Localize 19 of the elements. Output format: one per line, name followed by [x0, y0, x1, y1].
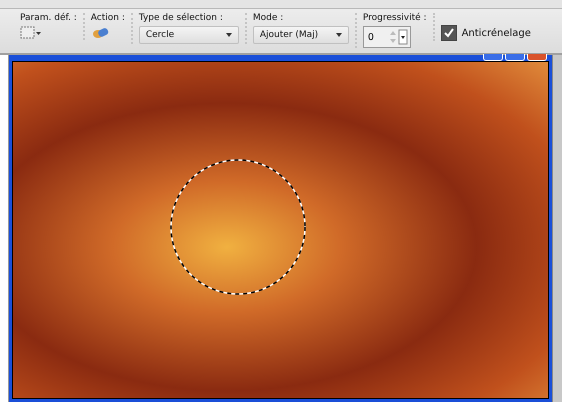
caret-icon [226, 33, 232, 37]
preset-dropdown-icon[interactable] [20, 26, 42, 40]
field-label: Type de sélection : [138, 13, 224, 23]
field-label: Mode : [252, 13, 284, 23]
minimize-button[interactable] [483, 54, 503, 61]
field-label: Progressivité : [362, 13, 427, 23]
action-icon[interactable] [90, 26, 109, 40]
action-label: Action : [90, 13, 125, 23]
close-button[interactable] [527, 54, 547, 61]
preset-label: Param. déf. : [20, 13, 77, 23]
caret-icon [336, 33, 342, 37]
spinner-arrows-icon [388, 29, 408, 45]
antialias-checkbox[interactable]: Anticrénelage [440, 25, 531, 41]
spinner-field[interactable]: 0 [362, 26, 411, 48]
antialias-label: Anticrénelage [462, 28, 531, 38]
maximize-button[interactable] [505, 54, 525, 61]
dropdown[interactable]: Cercle [138, 26, 239, 44]
dropdown[interactable]: Ajouter (Maj) [252, 26, 349, 44]
checkbox-square[interactable] [440, 25, 457, 41]
